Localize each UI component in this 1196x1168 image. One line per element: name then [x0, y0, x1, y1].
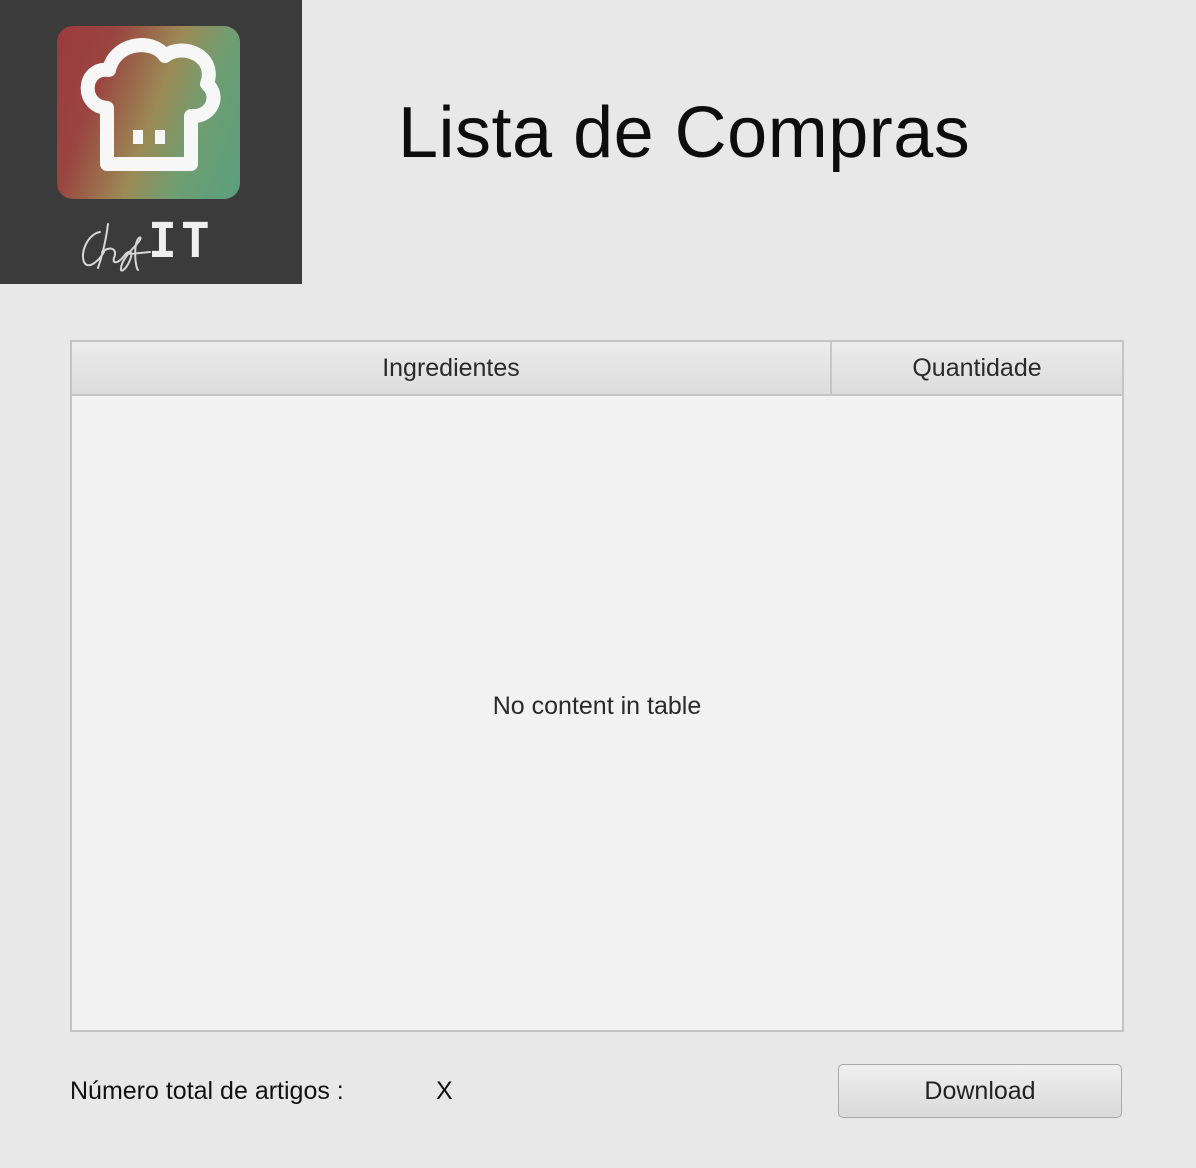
total-items-value: X [436, 1077, 453, 1105]
total-items-label: Número total de artigos : [70, 1077, 344, 1105]
download-button[interactable]: Download [838, 1064, 1122, 1118]
column-header-ingredientes[interactable]: Ingredientes [72, 342, 832, 394]
page-title: Lista de Compras [398, 93, 971, 173]
table-header: Ingredientes Quantidade [72, 342, 1122, 396]
column-header-quantidade[interactable]: Quantidade [832, 342, 1122, 394]
signature-mark [82, 223, 151, 272]
chef-hat-icon [57, 26, 240, 199]
empty-table-message: No content in table [492, 692, 702, 720]
logo-brand-text: IT [148, 213, 214, 269]
app-logo: IT [0, 0, 302, 284]
shopping-list-table[interactable]: Ingredientes Quantidade No content in ta… [70, 340, 1124, 1032]
